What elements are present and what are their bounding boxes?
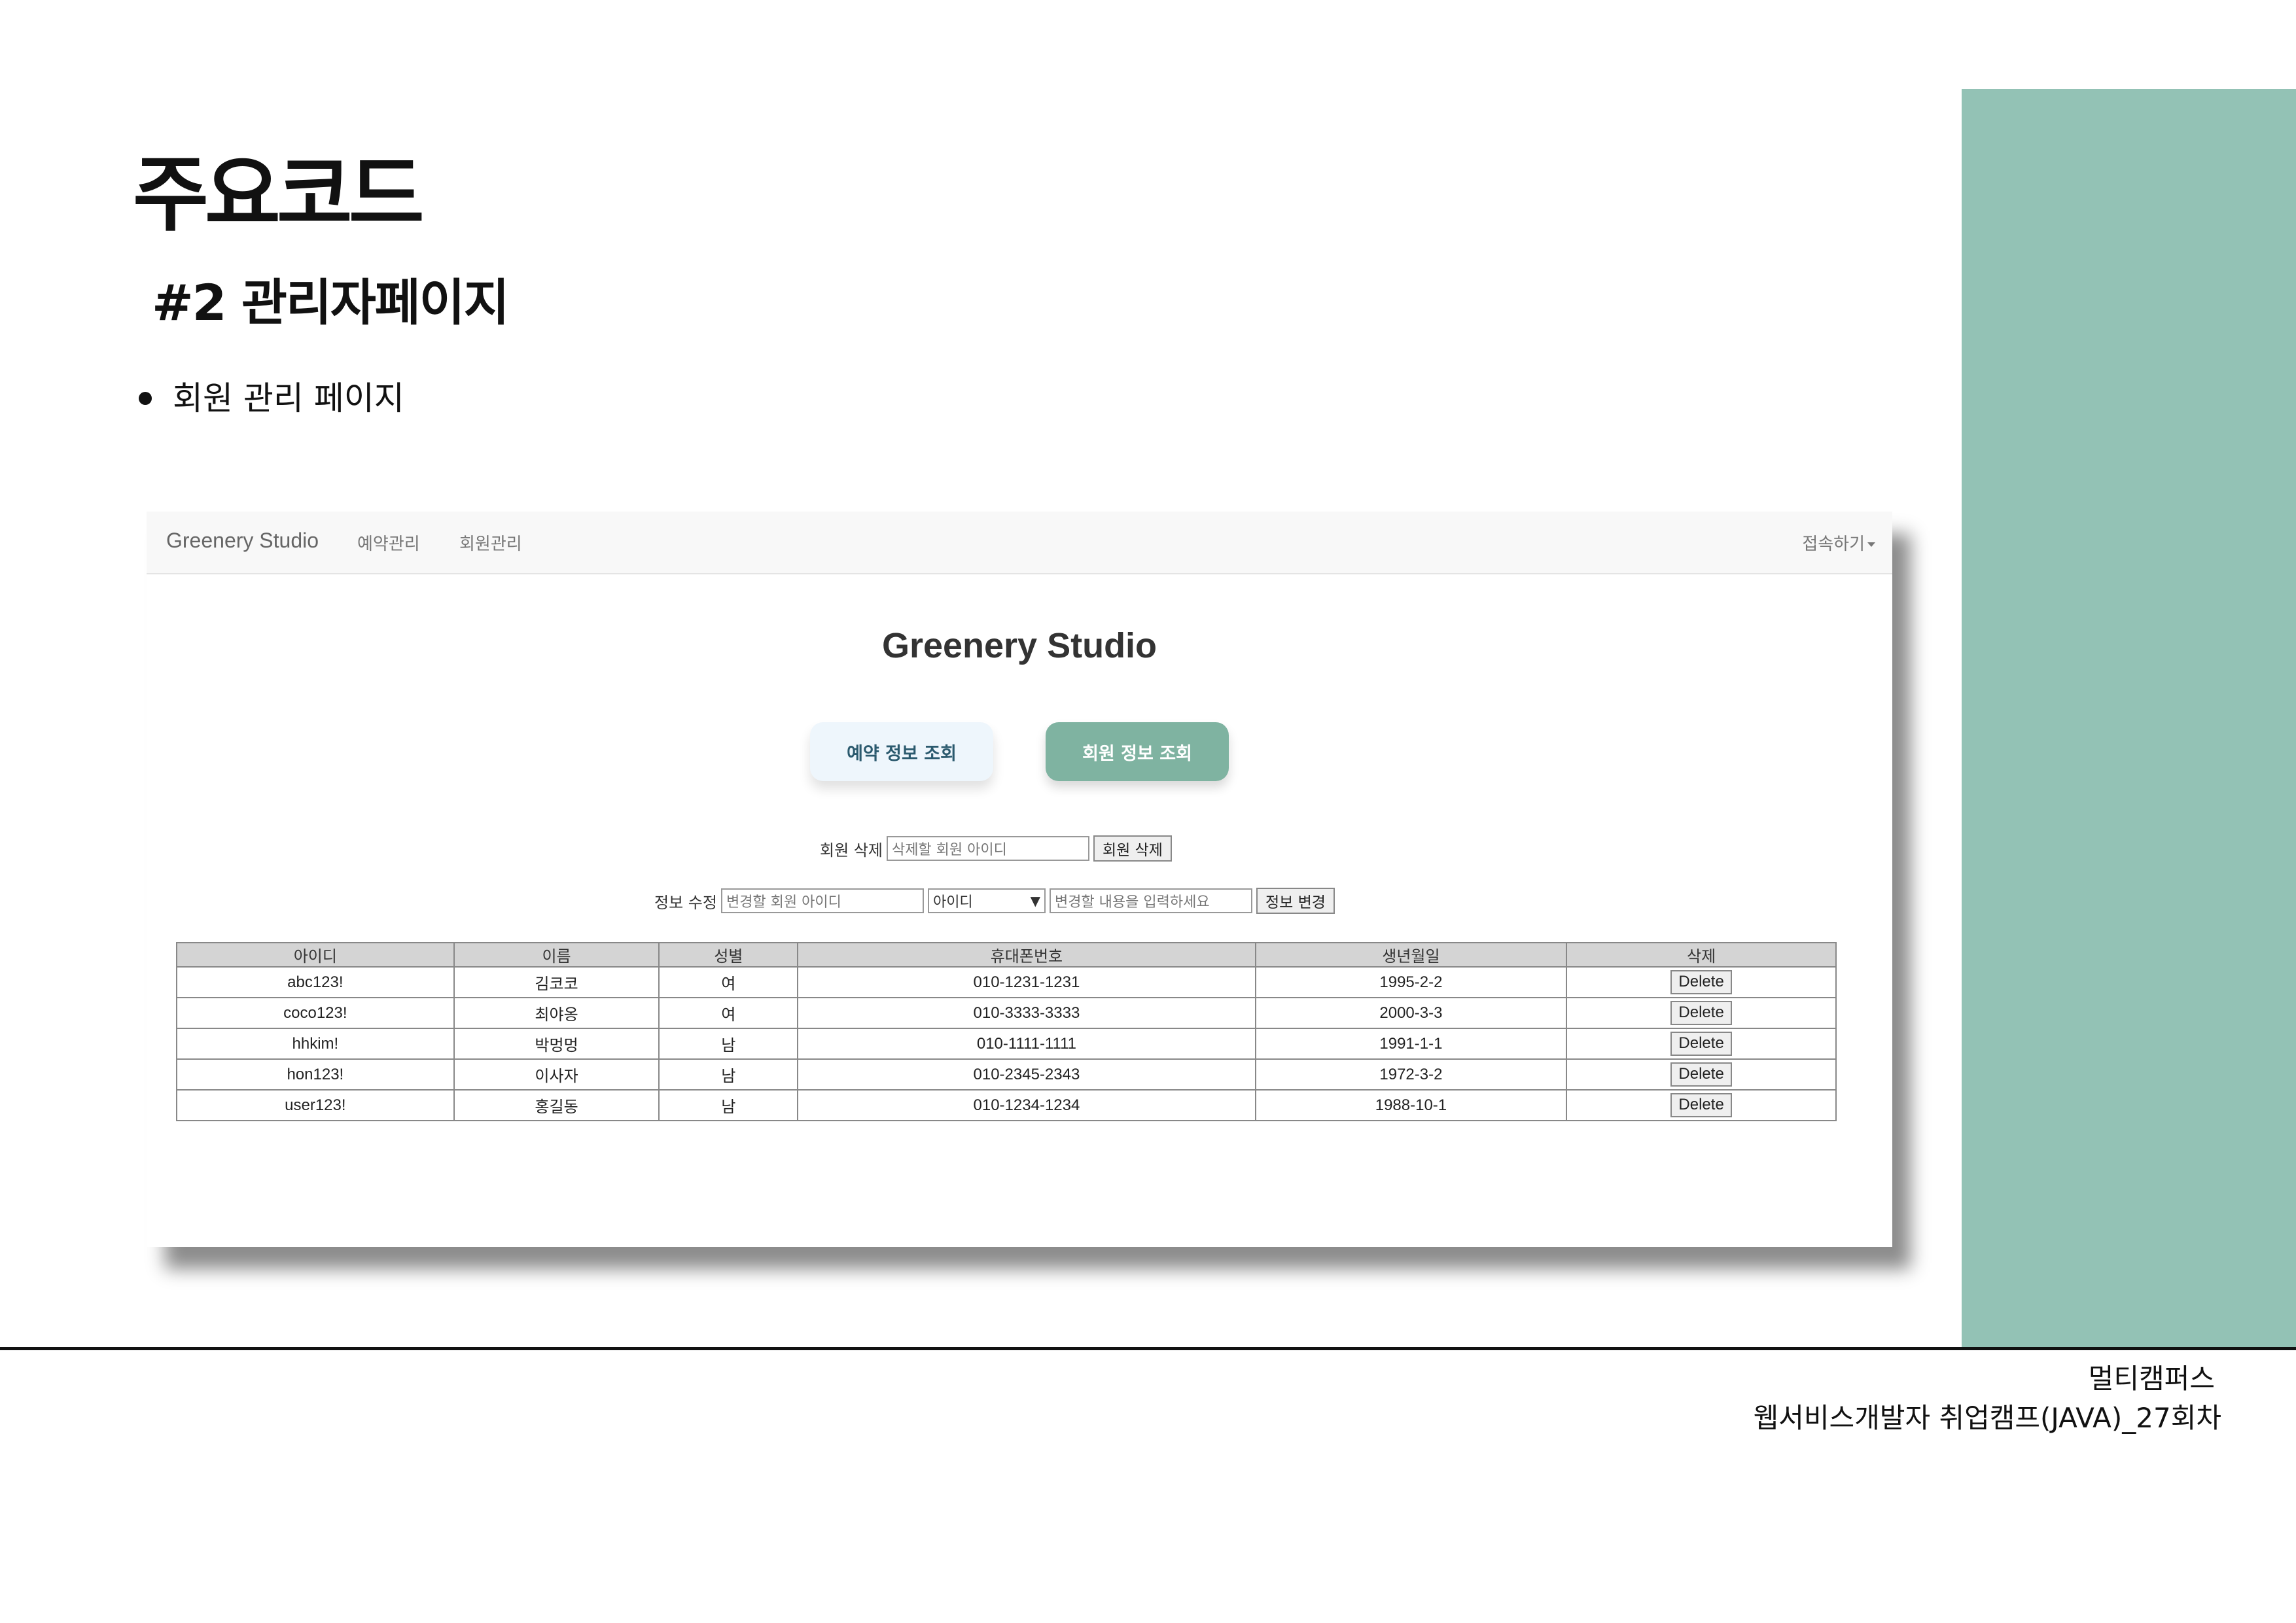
header-delete: 삭제 [1566,942,1837,968]
cell-birthdate: 1972-3-2 [1254,1058,1568,1091]
row-delete-button[interactable]: Delete [1670,1062,1732,1087]
cell-gender: 여 [658,966,799,998]
slide-title: 주요코드 [133,147,425,243]
delete-member-label: 회원 삭제 [820,841,883,860]
cell-phone: 010-1111-1111 [797,1028,1256,1060]
reservation-info-button[interactable]: 예약 정보 조회 [810,722,993,781]
header-gender: 성별 [658,942,799,968]
chevron-down-icon: ▼ [1030,893,1040,909]
cell-birthdate: 1988-10-1 [1254,1089,1568,1121]
row-delete-button[interactable]: Delete [1670,970,1732,994]
cell-gender: 남 [658,1089,799,1121]
table-row: hhkim! 박멍멍 남 010-1111-1111 1991-1-1 Dele… [176,1028,1837,1060]
edit-field-select-value: 아이디 [932,894,973,911]
app-screenshot: Greenery Studio 예약관리 회원관리 접속하기 Greenery … [147,512,1892,1247]
edit-value-input[interactable]: 변경할 내용을 입력하세요 [1049,888,1252,913]
table-row: user123! 홍길동 남 010-1234-1234 1988-10-1 D… [176,1089,1837,1121]
row-delete-button[interactable]: Delete [1670,1093,1732,1117]
footer-divider [0,1347,2296,1350]
cell-name: 최야옹 [453,997,660,1029]
cell-delete: Delete [1566,1028,1837,1060]
edit-member-button[interactable]: 정보 변경 [1256,888,1335,914]
delete-member-form: 회원 삭제 삭제할 회원 아이디 회원 삭제 [820,835,1176,862]
cell-delete: Delete [1566,1089,1837,1121]
cell-id: hon123! [176,1058,455,1091]
edit-field-select[interactable]: 아이디 ▼ [927,888,1046,913]
nav-brand[interactable]: Greenery Studio [166,529,319,553]
row-delete-button[interactable]: Delete [1670,1032,1732,1056]
cell-birthdate: 1991-1-1 [1254,1028,1568,1060]
table-header-row: 아이디 이름 성별 휴대폰번호 생년월일 삭제 [176,942,1837,968]
footer-course: 웹서비스개발자 취업캠프(JAVA)_27회차 [1753,1402,2221,1434]
cell-phone: 010-2345-2343 [797,1058,1256,1091]
edit-member-form: 정보 수정 변경할 회원 아이디 아이디 ▼ 변경할 내용을 입력하세요 정보 … [654,887,1339,915]
bullet-text: 회원 관리 페이지 [173,379,404,417]
cell-phone: 010-3333-3333 [797,997,1256,1029]
members-table: 아이디 이름 성별 휴대폰번호 생년월일 삭제 abc123! 김코코 여 01… [176,942,1837,1121]
slide-subtitle: #2 관리자페이지 [152,273,510,332]
cell-delete: Delete [1566,966,1837,998]
table-row: hon123! 이사자 남 010-2345-2343 1972-3-2 Del… [176,1058,1837,1091]
page-heading: Greenery Studio [881,626,1157,665]
table-row: coco123! 최야옹 여 010-3333-3333 2000-3-3 De… [176,997,1837,1029]
nav-link-reservations[interactable]: 예약관리 [357,531,420,555]
navbar: Greenery Studio 예약관리 회원관리 접속하기 [147,512,1892,574]
cell-gender: 남 [658,1028,799,1060]
bullet-dot-icon [139,392,152,405]
row-delete-button[interactable]: Delete [1670,1001,1732,1025]
member-info-button[interactable]: 회원 정보 조회 [1046,722,1229,781]
cell-name: 박멍멍 [453,1028,660,1060]
cell-gender: 남 [658,1058,799,1091]
cell-birthdate: 1995-2-2 [1254,966,1568,998]
cell-delete: Delete [1566,1058,1837,1091]
table-row: abc123! 김코코 여 010-1231-1231 1995-2-2 Del… [176,966,1837,998]
cell-delete: Delete [1566,997,1837,1029]
cell-name: 이사자 [453,1058,660,1091]
cell-id: abc123! [176,966,455,998]
cell-name: 홍길동 [453,1089,660,1121]
nav-link-members[interactable]: 회원관리 [459,531,522,555]
header-birthdate: 생년월일 [1254,942,1568,968]
header-id: 아이디 [176,942,455,968]
edit-member-label: 정보 수정 [654,893,717,912]
cell-name: 김코코 [453,966,660,998]
bullet-item: 회원 관리 페이지 [139,379,404,418]
cell-id: hhkim! [176,1028,455,1060]
caret-down-icon [1867,542,1875,547]
footer-org: 멀티캠퍼스 [2088,1363,2215,1395]
edit-member-id-input[interactable]: 변경할 회원 아이디 [720,888,924,913]
header-name: 이름 [453,942,660,968]
cell-phone: 010-1234-1234 [797,1089,1256,1121]
account-dropdown-label: 접속하기 [1802,534,1865,554]
cell-id: user123! [176,1089,455,1121]
delete-member-button[interactable]: 회원 삭제 [1093,835,1172,862]
cell-id: coco123! [176,997,455,1029]
account-dropdown[interactable]: 접속하기 [1802,531,1875,555]
cell-birthdate: 2000-3-3 [1254,997,1568,1029]
cell-gender: 여 [658,997,799,1029]
header-phone: 휴대폰번호 [797,942,1256,968]
side-color-panel [1962,89,2296,1348]
cell-phone: 010-1231-1231 [797,966,1256,998]
delete-member-id-input[interactable]: 삭제할 회원 아이디 [886,836,1089,861]
